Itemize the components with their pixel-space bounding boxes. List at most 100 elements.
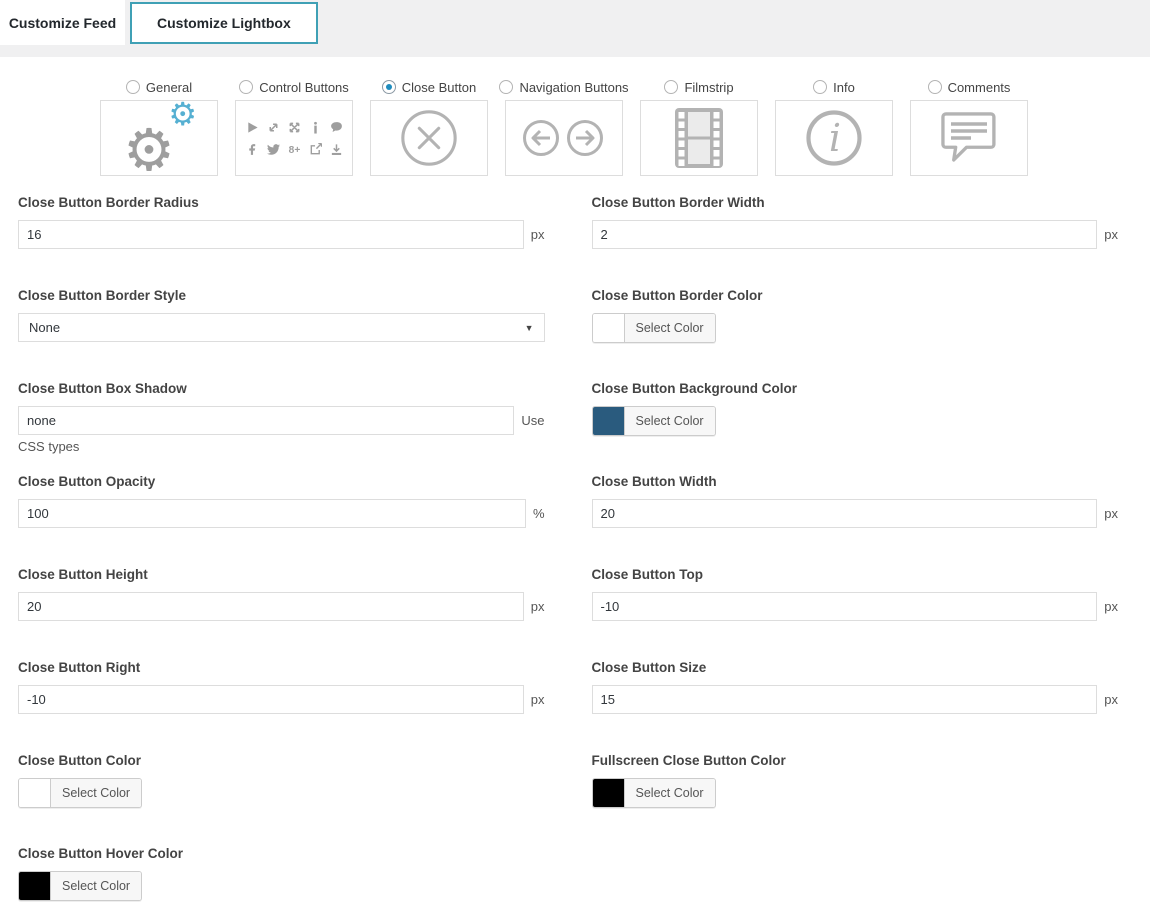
content-panel: General Control Buttons Close Button Nav… [0,57,1150,915]
select-color-button[interactable]: Select Color [50,872,141,900]
radio-label: Filmstrip [684,80,733,95]
field-close-button-width: Close Button Width px [592,474,1119,529]
close-circle-icon [398,107,460,169]
control-buttons-icon: 8+ [245,119,344,158]
field-label: Close Button Size [592,660,1119,676]
svg-text:i: i [829,116,841,160]
field-close-button-color: Close Button Color Select Color [18,753,545,808]
tab-bar: Customize Feed Customize Lightbox [0,0,1150,57]
border-radius-input[interactable] [18,220,524,249]
tab-customize-lightbox[interactable]: Customize Lightbox [130,2,318,44]
field-label: Close Button Right [18,660,545,676]
radio-comments[interactable]: Comments [910,78,1028,96]
radio-circle[interactable] [928,80,942,94]
field-label: Close Button Box Shadow [18,381,545,397]
radio-filmstrip[interactable]: Filmstrip [640,78,758,96]
icon-box-general[interactable]: ⚙ ⚙ [100,100,218,176]
field-close-button-background-color: Close Button Background Color Select Col… [592,381,1119,436]
radio-circle[interactable] [813,80,827,94]
tab-customize-feed[interactable]: Customize Feed [0,0,125,45]
icon-box-navigation-buttons[interactable] [505,100,623,176]
select-color-button[interactable]: Select Color [624,407,715,435]
radio-label: Close Button [402,80,476,95]
spacer [592,846,1119,901]
unit-suffix: % [533,506,545,521]
unit-suffix: px [531,692,545,707]
gear-large-icon: ⚙ [123,122,175,180]
size-input[interactable] [592,685,1098,714]
svg-text:8+: 8+ [288,145,300,156]
field-close-button-border-style: Close Button Border Style None ▼ [18,288,545,343]
field-fullscreen-close-button-color: Fullscreen Close Button Color Select Col… [592,753,1119,808]
field-label: Close Button Border Color [592,288,1119,304]
field-label: Close Button Hover Color [18,846,545,862]
hover-color-picker[interactable]: Select Color [18,871,142,901]
field-close-button-height: Close Button Height px [18,567,545,622]
unit-suffix: px [1104,227,1118,242]
resize-icon [267,121,280,134]
icon-box-close-button[interactable] [370,100,488,176]
fullscreen-icon [288,121,301,134]
field-close-button-right: Close Button Right px [18,660,545,715]
gear-small-icon: ⚙ [168,98,197,130]
field-label: Close Button Border Width [592,195,1119,211]
chevron-down-icon: ▼ [525,323,534,333]
download-icon [330,143,343,156]
twitter-icon [267,143,280,156]
settings-form: Close Button Border Radius px Close Butt… [0,176,1150,915]
close-button-color-picker[interactable]: Select Color [18,778,142,808]
radio-control-buttons[interactable]: Control Buttons [235,78,353,96]
helper-text-css-types: CSS types [18,439,79,454]
color-swatch [593,779,624,807]
border-width-input[interactable] [592,220,1098,249]
radio-info[interactable]: Info [775,78,893,96]
unit-suffix: px [1104,599,1118,614]
select-color-button[interactable]: Select Color [50,779,141,807]
height-input[interactable] [18,592,524,621]
radio-circle[interactable] [382,80,396,94]
info-circle-icon: i [804,108,864,168]
field-label: Fullscreen Close Button Color [592,753,1119,769]
select-color-button[interactable]: Select Color [624,779,715,807]
radio-label: Control Buttons [259,80,349,95]
radio-circle[interactable] [126,80,140,94]
gear-icon: ⚙ ⚙ [121,110,197,166]
background-color-picker[interactable]: Select Color [592,406,716,436]
icon-box-comments[interactable] [910,100,1028,176]
radio-label: General [146,80,192,95]
icon-box-info[interactable]: i [775,100,893,176]
radio-circle[interactable] [239,80,253,94]
radio-navigation-buttons[interactable]: Navigation Buttons [505,78,623,96]
radio-circle[interactable] [664,80,678,94]
color-swatch [19,779,50,807]
section-icon-boxes: ⚙ ⚙ 8+ [100,100,1150,176]
field-label: Close Button Background Color [592,381,1119,397]
field-close-button-box-shadow: Close Button Box Shadow Use CSS types [18,381,545,436]
border-style-select[interactable]: None ▼ [18,313,545,342]
field-close-button-top: Close Button Top px [592,567,1119,622]
field-close-button-hover-color: Close Button Hover Color Select Color [18,846,545,901]
box-shadow-input[interactable] [18,406,514,435]
icon-box-control-buttons[interactable]: 8+ [235,100,353,176]
radio-close-button[interactable]: Close Button [370,78,488,96]
right-input[interactable] [18,685,524,714]
select-color-button[interactable]: Select Color [624,314,715,342]
border-color-picker[interactable]: Select Color [592,313,716,343]
field-label: Close Button Height [18,567,545,583]
radio-circle[interactable] [499,80,513,94]
field-label: Close Button Color [18,753,545,769]
top-input[interactable] [592,592,1098,621]
opacity-input[interactable] [18,499,526,528]
fullscreen-close-color-picker[interactable]: Select Color [592,778,716,808]
comment-bubble-icon [940,111,998,165]
unit-suffix: px [1104,692,1118,707]
radio-label: Info [833,80,855,95]
play-icon [246,121,259,134]
external-link-icon [309,143,322,156]
comment-icon [330,121,343,134]
radio-general[interactable]: General [100,78,218,96]
icon-box-filmstrip[interactable] [640,100,758,176]
width-input[interactable] [592,499,1098,528]
field-label: Close Button Border Radius [18,195,545,211]
field-close-button-size: Close Button Size px [592,660,1119,715]
